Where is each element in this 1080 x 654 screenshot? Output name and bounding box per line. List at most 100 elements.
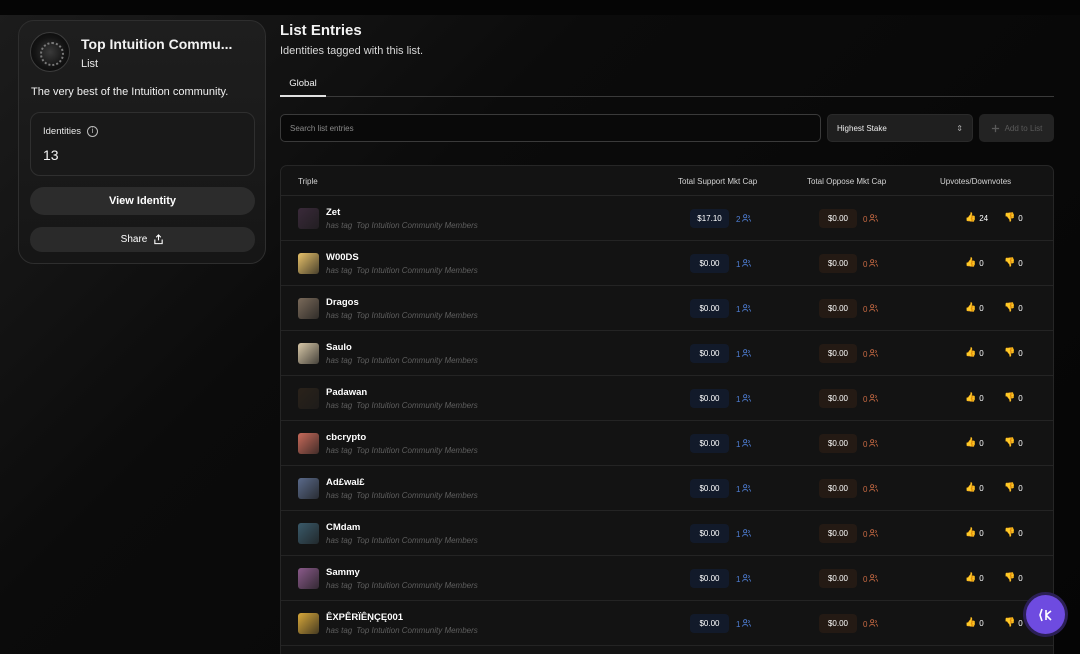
identity-name[interactable]: Sammy: [326, 567, 360, 578]
table-row[interactable]: Ad£wal£ has tag Top Intuition Community Me…: [281, 466, 1053, 511]
oppose-mkt-cap[interactable]: $0.00: [819, 434, 857, 453]
header-oppose[interactable]: Total Oppose Mkt Cap: [807, 177, 886, 186]
support-mkt-cap[interactable]: $0.00: [690, 479, 729, 498]
identity-name[interactable]: Dragos: [326, 297, 359, 308]
support-mkt-cap[interactable]: $0.00: [690, 254, 729, 273]
support-mkt-cap[interactable]: $0.00: [690, 614, 729, 633]
thumbs-up-icon: 👍: [965, 618, 977, 628]
tab-global[interactable]: Global: [280, 72, 326, 97]
support-mkt-cap[interactable]: $0.00: [690, 569, 729, 588]
upvote-button[interactable]: 👍 24: [965, 213, 988, 223]
table-row[interactable]: Saulo has tag Top Intuition Community Memb…: [281, 331, 1053, 376]
thumbs-up-icon: 👍: [965, 258, 977, 268]
top-bar: [0, 0, 1080, 15]
header-votes[interactable]: Upvotes/Downvotes: [940, 177, 1011, 186]
oppose-count: 0: [863, 259, 879, 269]
table-header: Triple Total Support Mkt Cap Total Oppos…: [281, 166, 1053, 196]
identity-name[interactable]: W00DS: [326, 252, 359, 263]
info-icon[interactable]: i: [87, 126, 99, 137]
oppose-mkt-cap[interactable]: $0.00: [819, 209, 857, 228]
sort-value: Highest Stake: [837, 123, 887, 133]
identity-name[interactable]: Ad£wal£: [326, 477, 365, 488]
identity-name[interactable]: Saulo: [326, 342, 352, 353]
support-count-value: 1: [736, 619, 741, 629]
downvote-button[interactable]: 👎 0: [1004, 573, 1023, 583]
table-row[interactable]: W00DS has tag Top Intuition Community Memb…: [281, 241, 1053, 286]
table-row[interactable]: ÊXPÊRÏÊŅÇĘ001 has tag Top Intuition Commun…: [281, 601, 1053, 646]
oppose-count-value: 0: [863, 259, 868, 269]
support-count-value: 1: [736, 304, 741, 314]
predicate-label: has tag: [326, 401, 353, 410]
upvote-button[interactable]: 👍 0: [965, 348, 984, 358]
header-triple[interactable]: Triple: [298, 177, 318, 186]
downvote-button[interactable]: 👎 0: [1004, 258, 1023, 268]
downvote-button[interactable]: 👎 0: [1004, 213, 1023, 223]
oppose-mkt-cap[interactable]: $0.00: [819, 254, 857, 273]
upvote-button[interactable]: 👍 0: [965, 618, 984, 628]
support-mkt-cap[interactable]: $0.00: [690, 344, 729, 363]
downvote-button[interactable]: 👎 0: [1004, 348, 1023, 358]
downvote-button[interactable]: 👎 0: [1004, 483, 1023, 493]
identity-name[interactable]: Zet: [326, 207, 340, 218]
list-name-label: Top Intuition Community Members: [356, 491, 478, 500]
add-to-list-button[interactable]: Add to List: [979, 114, 1054, 142]
oppose-mkt-cap[interactable]: $0.00: [819, 614, 857, 633]
upvote-button[interactable]: 👍 0: [965, 393, 984, 403]
upvote-button[interactable]: 👍 0: [965, 258, 984, 268]
assistant-fab[interactable]: [1026, 595, 1065, 634]
table-row[interactable]: CMdam has tag Top Intuition Community Memb…: [281, 511, 1053, 556]
identity-name[interactable]: CMdam: [326, 522, 360, 533]
oppose-mkt-cap[interactable]: $0.00: [819, 479, 857, 498]
upvote-button[interactable]: 👍 0: [965, 438, 984, 448]
support-mkt-cap[interactable]: $0.00: [690, 524, 729, 543]
users-icon: [869, 619, 879, 629]
upvote-count: 0: [979, 303, 984, 313]
oppose-mkt-cap[interactable]: $0.00: [819, 389, 857, 408]
oppose-count-value: 0: [863, 574, 868, 584]
table-row[interactable]: cbcrypto has tag Top Intuition Community M…: [281, 421, 1053, 466]
sort-select[interactable]: Highest Stake ⇕: [827, 114, 973, 142]
list-name-label: Top Intuition Community Members: [356, 536, 478, 545]
view-identity-button[interactable]: View Identity: [30, 187, 255, 215]
support-mkt-cap[interactable]: $0.00: [690, 389, 729, 408]
identity-name[interactable]: cbcrypto: [326, 432, 366, 443]
oppose-mkt-cap[interactable]: $0.00: [819, 299, 857, 318]
table-row[interactable]: Dragos has tag Top Intuition Community Mem…: [281, 286, 1053, 331]
table-row[interactable]: Zet has tag Top Intuition Community Member…: [281, 196, 1053, 241]
support-mkt-cap[interactable]: $0.00: [690, 434, 729, 453]
upvote-button[interactable]: 👍 0: [965, 573, 984, 583]
identity-avatar: [298, 523, 319, 544]
predicate-label: has tag: [326, 536, 353, 545]
downvote-button[interactable]: 👎 0: [1004, 618, 1023, 628]
oppose-mkt-cap[interactable]: $0.00: [819, 524, 857, 543]
table-row[interactable]: Sammy has tag Top Intuition Community Memb…: [281, 556, 1053, 601]
users-icon: [869, 439, 879, 449]
oppose-mkt-cap[interactable]: $0.00: [819, 344, 857, 363]
downvote-button[interactable]: 👎 0: [1004, 528, 1023, 538]
oppose-count-value: 0: [863, 304, 868, 314]
identity-name[interactable]: ÊXPÊRÏÊŅÇĘ001: [326, 612, 403, 623]
support-mkt-cap[interactable]: $17.10: [690, 209, 729, 228]
share-button[interactable]: Share: [30, 227, 255, 252]
thumbs-up-icon: 👍: [965, 303, 977, 313]
downvote-button[interactable]: 👎 0: [1004, 393, 1023, 403]
downvote-button[interactable]: 👎 0: [1004, 303, 1023, 313]
identity-name[interactable]: Padawan: [326, 387, 367, 398]
users-icon: [869, 484, 879, 494]
triple-relation: has tag Top Intuition Community Members: [326, 536, 478, 545]
header-support[interactable]: Total Support Mkt Cap: [678, 177, 757, 186]
table-row[interactable]: Padawan has tag Top Intuition Community Me…: [281, 376, 1053, 421]
downvote-button[interactable]: 👎 0: [1004, 438, 1023, 448]
upvote-button[interactable]: 👍 0: [965, 483, 984, 493]
users-icon: [869, 529, 879, 539]
predicate-label: has tag: [326, 311, 353, 320]
add-to-list-label: Add to List: [1004, 123, 1043, 133]
search-input[interactable]: [280, 114, 821, 142]
support-mkt-cap[interactable]: $0.00: [690, 299, 729, 318]
list-name-label: Top Intuition Community Members: [356, 311, 478, 320]
upvote-button[interactable]: 👍 0: [965, 303, 984, 313]
upvote-button[interactable]: 👍 0: [965, 528, 984, 538]
list-title: Top Intuition Commu...: [81, 36, 233, 52]
thumbs-down-icon: 👎: [1004, 618, 1016, 628]
oppose-mkt-cap[interactable]: $0.00: [819, 569, 857, 588]
